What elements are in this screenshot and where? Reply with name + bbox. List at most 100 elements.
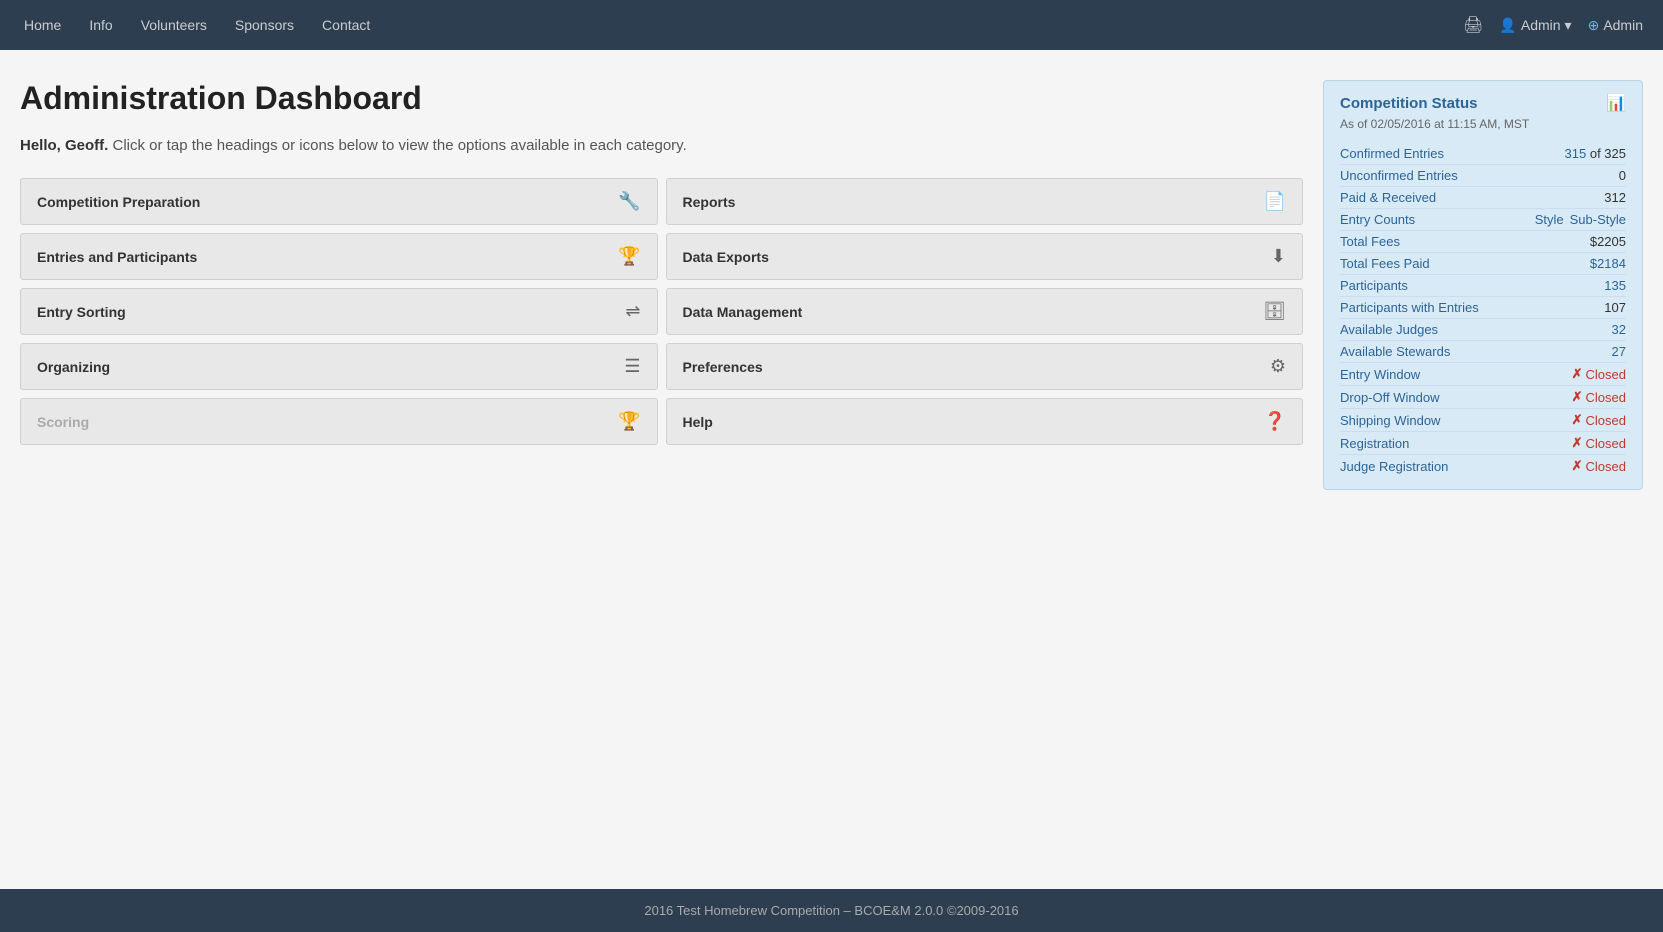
greeting-name: Hello, Geoff.: [20, 137, 108, 154]
status-row-14: Judge Registration ✗Closed: [1340, 454, 1626, 477]
status-label-12[interactable]: Shipping Window: [1340, 413, 1440, 428]
entries-participants[interactable]: Entries and Participants 🏆: [20, 233, 658, 280]
data-management-icon: 🗄: [1263, 301, 1286, 322]
main-nav: Home Info Volunteers Sponsors Contact 🖨 👤 Ad…: [0, 0, 1663, 50]
status-row-13: Registration ✗Closed: [1340, 431, 1626, 454]
left-column: Competition Preparation 🔧 Entries and Part…: [20, 178, 658, 445]
status-label-1[interactable]: Unconfirmed Entries: [1340, 168, 1458, 183]
status-row-8: Available Judges 32: [1340, 318, 1626, 340]
status-label-8[interactable]: Available Judges: [1340, 322, 1438, 337]
status-value-3: StyleSub-Style: [1535, 212, 1626, 227]
status-card-header: Competition Status 📊: [1340, 93, 1626, 113]
status-label-5[interactable]: Total Fees Paid: [1340, 256, 1430, 271]
x-icon-14: ✗: [1572, 458, 1583, 474]
nav-contact[interactable]: Contact: [318, 17, 374, 33]
dropdown-icon: ▾: [1565, 17, 1572, 34]
preferences[interactable]: Preferences ⚙: [666, 343, 1304, 390]
scoring-label: Scoring: [37, 414, 89, 430]
x-icon-12: ✗: [1572, 412, 1583, 428]
status-row-1: Unconfirmed Entries 0: [1340, 164, 1626, 186]
user-label: Admin: [1521, 17, 1561, 33]
status-value-10: ✗Closed: [1572, 366, 1626, 382]
status-value-14: ✗Closed: [1572, 458, 1626, 474]
x-icon-13: ✗: [1572, 435, 1583, 451]
reports-icon: 📄: [1264, 191, 1286, 212]
data-management-label: Data Management: [683, 304, 803, 320]
data-management[interactable]: Data Management 🗄: [666, 288, 1304, 335]
status-label-9[interactable]: Available Stewards: [1340, 344, 1450, 359]
organizing[interactable]: Organizing ☰: [20, 343, 658, 390]
footer: 2016 Test Homebrew Competition – BCOE&M …: [0, 889, 1663, 932]
preferences-icon: ⚙: [1270, 356, 1286, 377]
greeting-text: Click or tap the headings or icons below…: [113, 137, 687, 154]
status-label-13[interactable]: Registration: [1340, 436, 1409, 451]
greeting: Hello, Geoff. Click or tap the headings …: [20, 137, 1303, 154]
status-value-7: 107: [1604, 300, 1626, 315]
organizing-label: Organizing: [37, 359, 110, 375]
entries-participants-icon: 🏆: [618, 246, 640, 267]
status-value-13: ✗Closed: [1572, 435, 1626, 451]
admin-label[interactable]: ⊕ Admin: [1588, 17, 1643, 34]
user-menu[interactable]: 👤 Admin ▾: [1499, 17, 1571, 34]
nav-links: Home Info Volunteers Sponsors Contact: [20, 17, 1463, 33]
status-value-0: 315 of 325: [1565, 146, 1626, 161]
sidebar: Competition Status 📊 As of 02/05/2016 at…: [1323, 80, 1643, 490]
scoring-icon: 🏆: [618, 411, 640, 432]
status-row-12: Shipping Window✗Closed: [1340, 408, 1626, 431]
organizing-icon: ☰: [624, 356, 640, 377]
nav-right: 🖨 👤 Admin ▾ ⊕ Admin: [1463, 15, 1643, 35]
status-label-14[interactable]: Judge Registration: [1340, 459, 1448, 474]
reports[interactable]: Reports 📄: [666, 178, 1304, 225]
status-label-3[interactable]: Entry Counts: [1340, 212, 1415, 227]
status-row-10: Entry Window ✗Closed: [1340, 362, 1626, 385]
competition-preparation-icon: 🔧: [618, 191, 640, 212]
status-value-9[interactable]: 27: [1612, 344, 1626, 359]
status-row-9: Available Stewards 27: [1340, 340, 1626, 362]
status-title: Competition Status: [1340, 95, 1478, 112]
main-wrapper: Administration Dashboard Hello, Geoff. C…: [0, 50, 1663, 889]
status-label-4[interactable]: Total Fees: [1340, 234, 1400, 249]
status-row-11: Drop-Off Window✗Closed: [1340, 385, 1626, 408]
status-value-4: $2205: [1590, 234, 1626, 249]
status-value-5[interactable]: $2184: [1590, 256, 1626, 271]
nav-volunteers[interactable]: Volunteers: [137, 17, 211, 33]
entry-sorting-label: Entry Sorting: [37, 304, 126, 320]
status-label-6[interactable]: Participants: [1340, 278, 1408, 293]
circle-icon: ⊕: [1588, 17, 1600, 34]
scoring: Scoring 🏆: [20, 398, 658, 445]
user-icon: 👤: [1499, 17, 1516, 34]
chart-icon[interactable]: 📊: [1606, 93, 1626, 113]
status-label-10[interactable]: Entry Window: [1340, 367, 1420, 382]
right-column: Reports 📄 Data Exports⬇ Data Management 🗄 Pre…: [666, 178, 1304, 445]
status-row-3: Entry Counts StyleSub-Style: [1340, 208, 1626, 230]
page-title: Administration Dashboard: [20, 80, 1303, 117]
entries-participants-label: Entries and Participants: [37, 249, 197, 265]
help[interactable]: Help❓: [666, 398, 1304, 445]
status-row-7: Participants with Entries 107: [1340, 296, 1626, 318]
competition-preparation[interactable]: Competition Preparation 🔧: [20, 178, 658, 225]
status-label-2[interactable]: Paid & Received: [1340, 190, 1436, 205]
status-row-0: Confirmed Entries 315 of 325: [1340, 143, 1626, 164]
status-label-11[interactable]: Drop-Off Window: [1340, 390, 1439, 405]
entry-sorting-icon: ⇌: [625, 301, 640, 322]
nav-info[interactable]: Info: [85, 17, 116, 33]
nav-sponsors[interactable]: Sponsors: [231, 17, 298, 33]
dashboard-grid: Competition Preparation 🔧 Entries and Part…: [20, 178, 1303, 445]
status-row-2: Paid & Received312: [1340, 186, 1626, 208]
print-icon[interactable]: 🖨: [1463, 15, 1483, 35]
status-label-7[interactable]: Participants with Entries: [1340, 300, 1479, 315]
status-value-8[interactable]: 32: [1612, 322, 1626, 337]
entry-sorting[interactable]: Entry Sorting ⇌: [20, 288, 658, 335]
data-exports[interactable]: Data Exports⬇: [666, 233, 1304, 280]
competition-preparation-label: Competition Preparation: [37, 194, 200, 210]
help-icon: ❓: [1264, 411, 1286, 432]
status-label-0[interactable]: Confirmed Entries: [1340, 146, 1444, 161]
preferences-label: Preferences: [683, 359, 763, 375]
data-exports-icon: ⬇: [1271, 246, 1286, 267]
nav-home[interactable]: Home: [20, 17, 65, 33]
reports-label: Reports: [683, 194, 736, 210]
status-rows: Confirmed Entries 315 of 325 Unconfirmed E…: [1340, 143, 1626, 477]
x-icon-10: ✗: [1572, 366, 1583, 382]
status-value-1: 0: [1619, 168, 1626, 183]
status-value-6[interactable]: 135: [1604, 278, 1626, 293]
